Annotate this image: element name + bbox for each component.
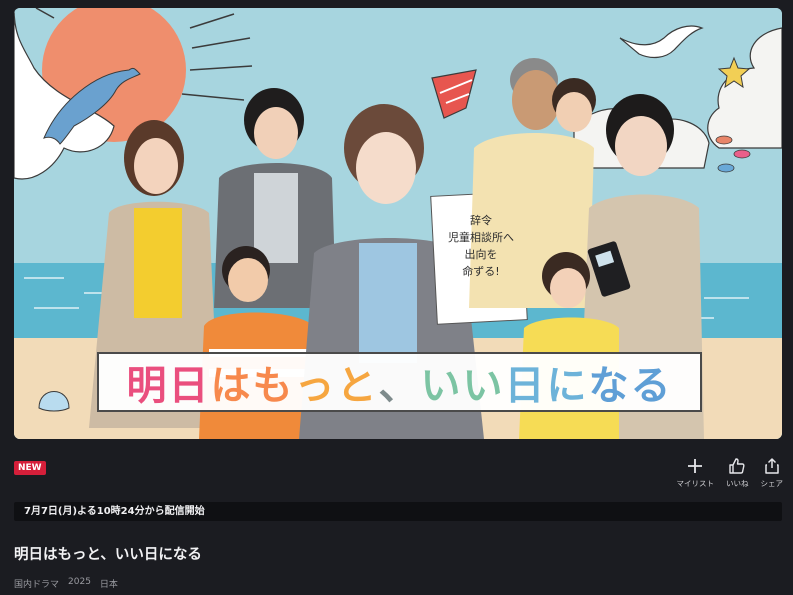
release-year: 2025: [68, 577, 91, 587]
plus-icon: [684, 456, 706, 476]
logo-char: は: [210, 363, 253, 409]
logo-char: な: [588, 363, 631, 409]
title-detail-page: 辞令 児童相談所へ 出向を 命ずる! 明 日 は も っ と 、 い い 日 に…: [0, 0, 793, 595]
show-meta: 国内ドラマ 2025 日本: [14, 577, 118, 590]
logo-char: 、: [378, 363, 421, 409]
country-label: 日本: [99, 580, 118, 590]
sign-line: 出向を: [464, 248, 498, 261]
mylist-button[interactable]: マイリスト: [676, 456, 715, 489]
logo-char: に: [546, 363, 589, 409]
logo-char: 明: [126, 363, 169, 409]
mylist-label: マイリスト: [676, 479, 715, 488]
key-visual-logo: 明 日 は も っ と 、 い い 日 に な る: [97, 352, 702, 412]
share-icon: [761, 456, 783, 476]
logo-char: 日: [504, 363, 547, 409]
thumbs-up-icon: [726, 456, 748, 476]
genre-link[interactable]: 国内ドラマ: [14, 577, 59, 590]
like-button[interactable]: いいね: [726, 456, 749, 489]
logo-char: も: [252, 363, 295, 409]
like-label: いいね: [726, 479, 749, 488]
logo-char: と: [336, 363, 379, 409]
logo-char: っ: [294, 363, 337, 409]
logo-char: 日: [168, 363, 211, 409]
sign-line: 命ずる!: [462, 265, 500, 278]
key-visual: 辞令 児童相談所へ 出向を 命ずる! 明 日 は も っ と 、 い い 日 に…: [14, 8, 782, 439]
sign-text: 辞令 児童相談所へ 出向を 命ずる!: [442, 212, 520, 280]
logo-char: る: [630, 363, 673, 409]
action-bar: マイリスト いいね シェア: [676, 456, 784, 489]
release-notice: 7月7日(月)よる10時24分から配信開始: [14, 502, 782, 521]
sign-line: 辞令: [470, 214, 492, 227]
new-badge: NEW: [14, 461, 46, 475]
logo-char: い: [420, 363, 463, 409]
sign-line: 児童相談所へ: [448, 231, 514, 244]
show-title: 明日はもっと、いい日になる: [14, 547, 202, 563]
share-label: シェア: [760, 479, 784, 488]
logo-char: い: [462, 363, 505, 409]
share-button[interactable]: シェア: [760, 456, 784, 489]
